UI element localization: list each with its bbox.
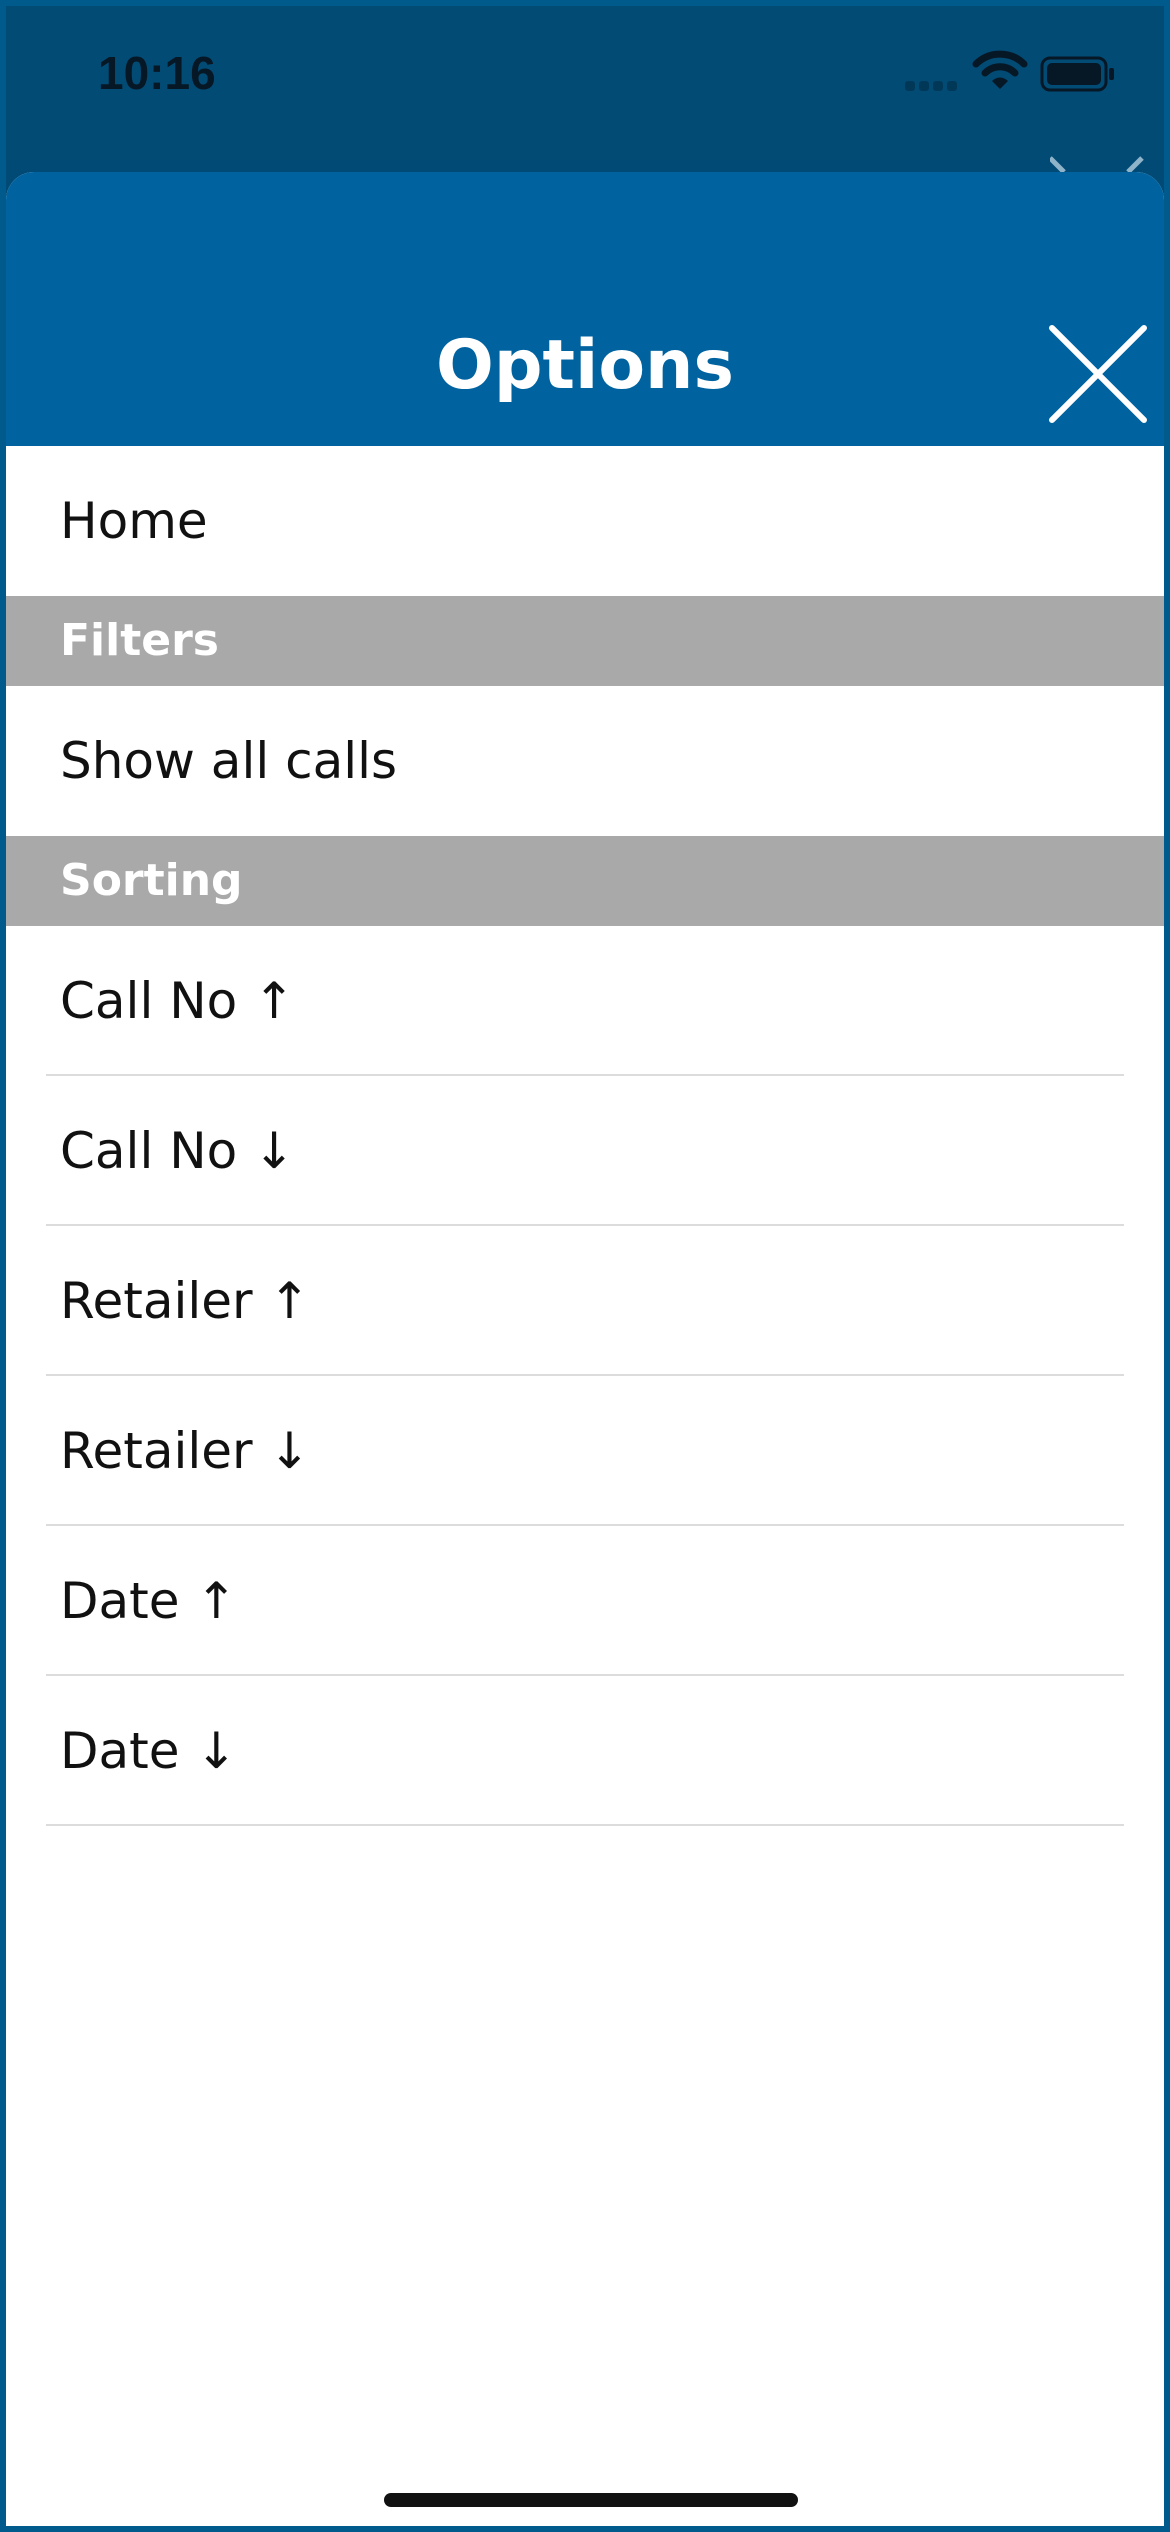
menu-item-label: Home bbox=[60, 492, 208, 550]
sort-option-call-no-ascending[interactable]: Call No ↑ bbox=[6, 926, 1164, 1076]
options-sheet: Options Home Filters Show all calls Sort… bbox=[6, 172, 1164, 2532]
section-header-sorting: Sorting bbox=[6, 836, 1164, 926]
menu-item-home[interactable]: Home bbox=[6, 446, 1164, 596]
background-close-icon bbox=[1050, 156, 1144, 172]
menu-item-show-all-calls[interactable]: Show all calls bbox=[6, 686, 1164, 836]
home-indicator[interactable] bbox=[384, 2493, 798, 2507]
sort-option-call-no-descending[interactable]: Call No ↓ bbox=[6, 1076, 1164, 1226]
row-divider bbox=[46, 1824, 1124, 1826]
section-header-label: Sorting bbox=[60, 855, 243, 906]
cellular-signal-icon bbox=[905, 76, 961, 95]
status-bar: 10:16 bbox=[0, 0, 1170, 172]
sort-option-date-ascending[interactable]: Date ↑ bbox=[6, 1526, 1164, 1676]
sheet-title: Options bbox=[436, 326, 734, 405]
menu-item-label: Call No ↑ bbox=[60, 972, 296, 1030]
menu-item-label: Retailer ↓ bbox=[60, 1422, 311, 1480]
menu-item-label: Date ↑ bbox=[60, 1572, 238, 1630]
close-icon[interactable] bbox=[1048, 324, 1148, 424]
menu-item-label: Show all calls bbox=[60, 732, 398, 790]
status-time: 10:16 bbox=[98, 47, 216, 99]
sort-option-retailer-descending[interactable]: Retailer ↓ bbox=[6, 1376, 1164, 1526]
section-header-filters: Filters bbox=[6, 596, 1164, 686]
sort-option-date-descending[interactable]: Date ↓ bbox=[6, 1676, 1164, 1826]
menu-item-label: Call No ↓ bbox=[60, 1122, 296, 1180]
section-header-label: Filters bbox=[60, 615, 219, 666]
menu-item-label: Date ↓ bbox=[60, 1722, 238, 1780]
battery-icon bbox=[1040, 56, 1114, 92]
wifi-icon bbox=[972, 50, 1028, 89]
menu-item-label: Retailer ↑ bbox=[60, 1272, 311, 1330]
sort-option-retailer-ascending[interactable]: Retailer ↑ bbox=[6, 1226, 1164, 1376]
sheet-header: Options bbox=[6, 172, 1164, 446]
